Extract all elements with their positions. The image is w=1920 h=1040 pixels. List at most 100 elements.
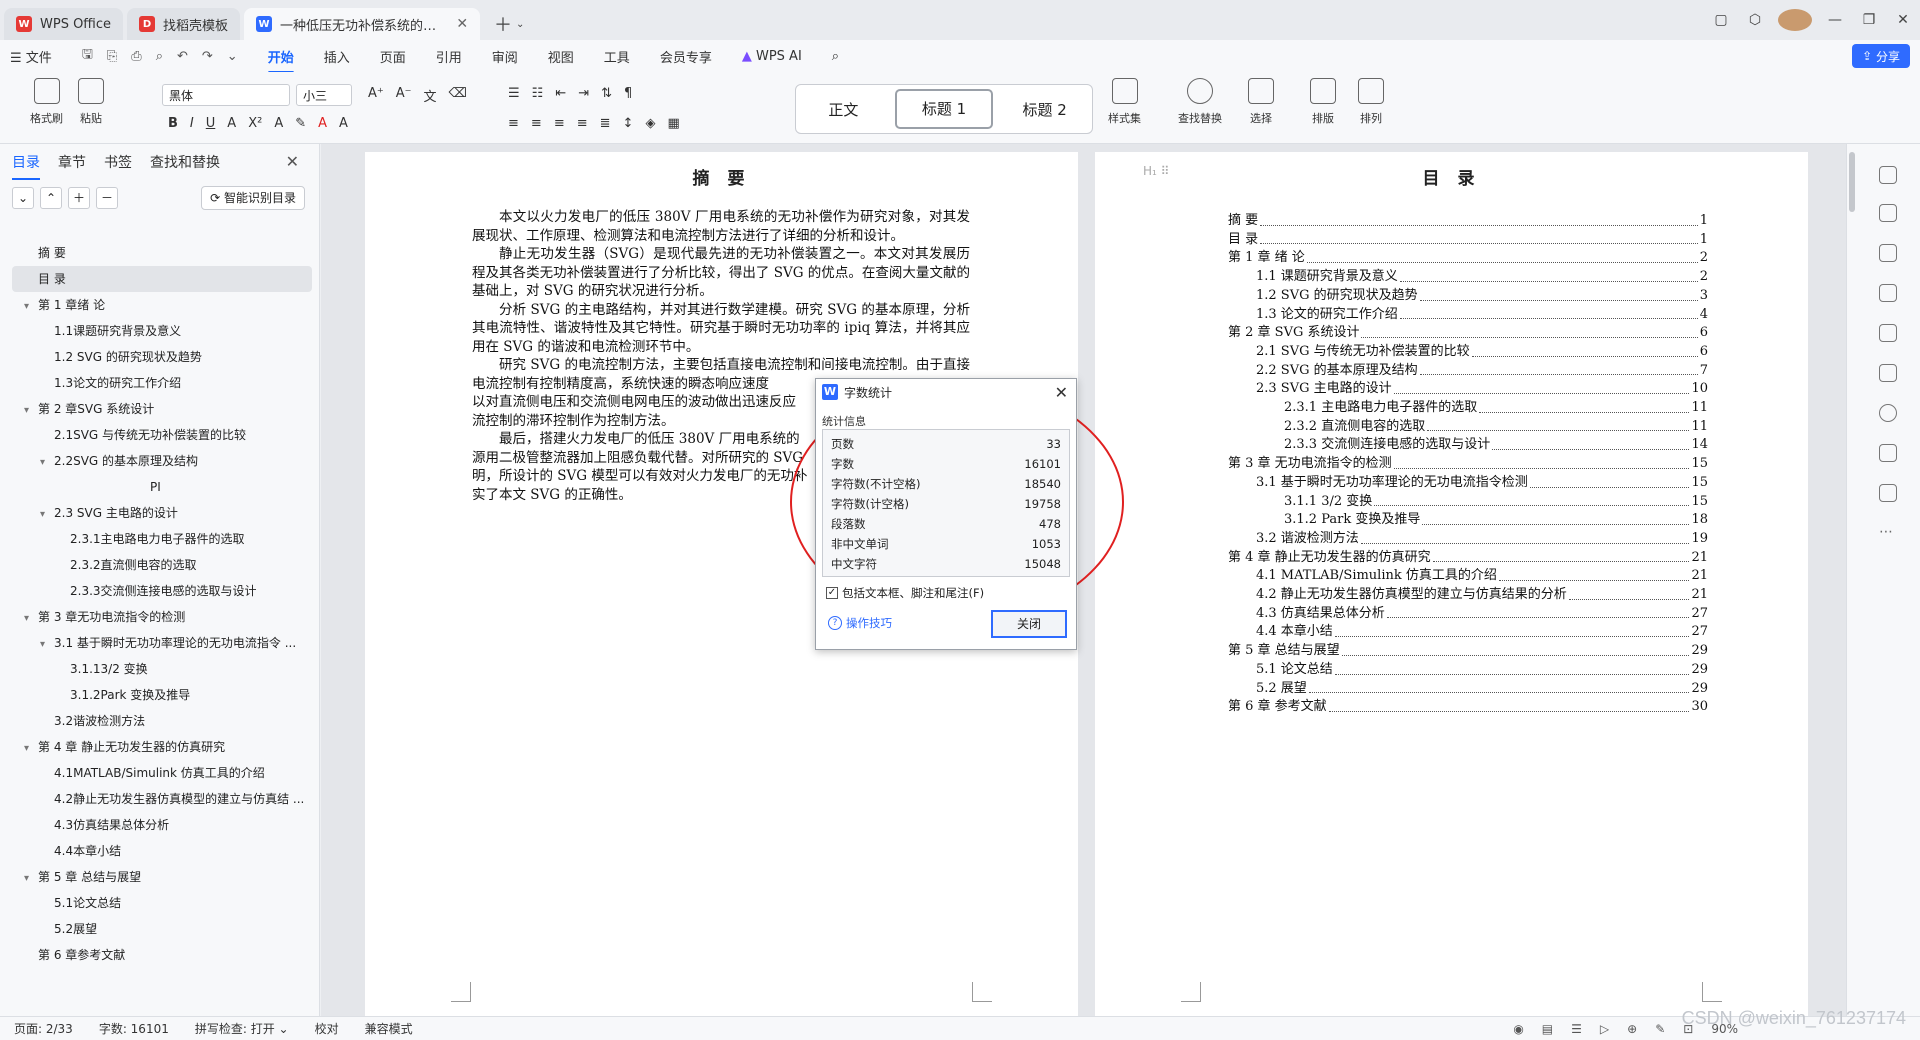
char-shading-icon[interactable]: A bbox=[339, 116, 348, 131]
share-button[interactable]: ⇪ 分享 bbox=[1852, 44, 1910, 68]
toc-item[interactable]: ▾ 第 4 章 静止无功发生器的仿真研究 bbox=[0, 734, 320, 760]
close-window-icon[interactable]: ✕ bbox=[1886, 12, 1920, 28]
toc-entry[interactable]: 2.1 SVG 与传统无功补偿装置的比较 6 bbox=[1228, 343, 1708, 362]
tab-home[interactable]: 开始 bbox=[267, 47, 294, 74]
toc-entry[interactable]: 目 录 1 bbox=[1228, 231, 1708, 250]
toc-entry[interactable]: 2.3.2 直流侧电容的选取 11 bbox=[1228, 418, 1708, 437]
toc-item[interactable]: 1.2 SVG 的研究现状及趋势 bbox=[0, 344, 320, 370]
toc-item[interactable]: 第 6 章参考文献 bbox=[0, 942, 320, 968]
toc-entry[interactable]: 2.2 SVG 的基本原理及结构 7 bbox=[1228, 362, 1708, 381]
toc-item[interactable]: ▾ 3.1 基于瞬时无功功率理论的无功电流指令 ... bbox=[0, 630, 320, 656]
bullets-icon[interactable]: ☰ bbox=[508, 86, 520, 101]
outline-view-icon[interactable]: ☰ bbox=[1571, 1022, 1582, 1036]
translate-icon[interactable] bbox=[1879, 484, 1897, 502]
page-view-icon[interactable]: ▤ bbox=[1542, 1022, 1553, 1036]
find-replace-button[interactable]: 查找替换 bbox=[1178, 78, 1222, 126]
pen-mode-icon[interactable]: ✎ bbox=[1655, 1022, 1665, 1036]
export-icon[interactable]: ⎘ bbox=[107, 49, 117, 64]
search-icon[interactable]: ⌕ bbox=[832, 49, 839, 64]
italic-icon[interactable]: I bbox=[190, 116, 194, 131]
show-marks-icon[interactable]: ¶ bbox=[624, 86, 632, 101]
decrease-indent-icon[interactable]: ⇤ bbox=[555, 86, 566, 101]
align-right-icon[interactable]: ≡ bbox=[554, 116, 565, 131]
toc-entry[interactable]: 4.4 本章小结 27 bbox=[1228, 623, 1708, 642]
tab-view[interactable]: 视图 bbox=[548, 47, 574, 66]
expand-arrow-icon[interactable]: ▾ bbox=[24, 606, 38, 630]
style-heading-1[interactable]: 标题 1 bbox=[894, 89, 994, 129]
add-heading-icon[interactable]: ＋ bbox=[68, 187, 90, 209]
font-name-select[interactable]: 黑体 bbox=[162, 84, 290, 106]
toc-entry[interactable]: 2.3.1 主电路电力电子器件的选取 11 bbox=[1228, 399, 1708, 418]
pen-icon[interactable] bbox=[1879, 204, 1897, 222]
smart-toc-button[interactable]: ⟳ 智能识别目录 bbox=[201, 186, 305, 210]
print-icon[interactable]: ⎙ bbox=[131, 49, 141, 64]
distributed-icon[interactable]: ≣ bbox=[600, 116, 611, 131]
toc-entry[interactable]: 第 5 章 总结与展望 29 bbox=[1228, 642, 1708, 661]
toc-entry[interactable]: 3.2 谐波检测方法 19 bbox=[1228, 530, 1708, 549]
new-tab-button[interactable]: ＋ ⌄ bbox=[484, 8, 534, 40]
phonetic-icon[interactable]: 文 bbox=[424, 86, 437, 105]
toc-item[interactable]: ▾ 第 5 章 总结与展望 bbox=[0, 864, 320, 890]
paste-button[interactable]: 粘贴 bbox=[78, 78, 104, 126]
expand-arrow-icon[interactable]: ▾ bbox=[40, 450, 54, 474]
bold-icon[interactable]: B bbox=[168, 116, 178, 131]
grow-font-icon[interactable]: A⁺ bbox=[368, 86, 384, 105]
cube-icon[interactable]: ⬡ bbox=[1738, 12, 1772, 28]
toc-item[interactable]: 1.1课题研究背景及意义 bbox=[0, 318, 320, 344]
superscript-icon[interactable]: X² bbox=[248, 116, 262, 131]
expand-icon[interactable]: ⌃ bbox=[40, 187, 62, 209]
undo-icon[interactable]: ↶ bbox=[177, 49, 188, 64]
review-icon[interactable] bbox=[1879, 324, 1897, 342]
toc-item[interactable]: 目 录 bbox=[12, 266, 312, 292]
redo-icon[interactable]: ↷ bbox=[202, 49, 213, 64]
expand-arrow-icon[interactable]: ▾ bbox=[24, 294, 38, 318]
toc-item[interactable]: 2.3.3交流侧连接电感的选取与设计 bbox=[0, 578, 320, 604]
toc-item[interactable]: 3.1.13/2 变换 bbox=[0, 656, 320, 682]
toc-entry[interactable]: 3.1.1 3/2 变换 15 bbox=[1228, 493, 1708, 512]
collapse-icon[interactable]: ⌄ bbox=[12, 187, 34, 209]
tab-docer-templates[interactable]: D 找稻壳模板 bbox=[127, 8, 241, 40]
tab-wps-office[interactable]: W WPS Office bbox=[4, 8, 124, 40]
toc-item[interactable]: 摘 要 bbox=[0, 240, 320, 266]
toc-entry[interactable]: 1.1 课题研究背景及意义 2 bbox=[1228, 268, 1708, 287]
toc-item[interactable]: 2.3.2直流侧电容的选取 bbox=[0, 552, 320, 578]
tab-member[interactable]: 会员专享 bbox=[660, 47, 712, 66]
align-left-icon[interactable]: ≡ bbox=[508, 116, 519, 131]
style-normal[interactable]: 正文 bbox=[796, 99, 891, 120]
page-indicator[interactable]: 页面: 2/33 bbox=[14, 1020, 73, 1037]
restore-icon[interactable]: ❐ bbox=[1852, 12, 1886, 28]
eye-protect-icon[interactable]: ◉ bbox=[1513, 1022, 1523, 1036]
spell-check-toggle[interactable]: 拼写检查: 打开 ⌄ bbox=[195, 1020, 289, 1037]
select-tool-icon[interactable] bbox=[1879, 244, 1897, 262]
vertical-scrollbar[interactable] bbox=[1849, 152, 1855, 212]
help-icon[interactable] bbox=[1879, 404, 1897, 422]
toc-item[interactable]: ▾ 第 3 章无功电流指令的检测 bbox=[0, 604, 320, 630]
toc-item[interactable]: ▾ 2.2SVG 的基本原理及结构 bbox=[0, 448, 320, 474]
tools-icon[interactable] bbox=[1879, 364, 1897, 382]
nav-tab-toc[interactable]: 目录 bbox=[12, 152, 40, 180]
expand-arrow-icon[interactable]: ▾ bbox=[40, 632, 54, 656]
toc-entry[interactable]: 3.1.2 Park 变换及推导 18 bbox=[1228, 511, 1708, 530]
numbering-icon[interactable]: ☷ bbox=[532, 86, 544, 101]
tips-link[interactable]: ? 操作技巧 bbox=[828, 615, 892, 631]
file-menu[interactable]: ☰ 文件 bbox=[10, 47, 52, 66]
increase-indent-icon[interactable]: ⇥ bbox=[578, 86, 589, 101]
text-effect-icon[interactable]: A bbox=[274, 116, 283, 131]
wps-ai-button[interactable]: ▲ WPS AI bbox=[742, 49, 802, 64]
toc-entry[interactable]: 摘 要 1 bbox=[1228, 212, 1708, 231]
toc-item[interactable]: 1.3论文的研究工作介绍 bbox=[0, 370, 320, 396]
nav-tab-bookmarks[interactable]: 书签 bbox=[104, 152, 132, 172]
tab-references[interactable]: 引用 bbox=[436, 47, 462, 66]
tab-document[interactable]: W 一种低压无功补偿系统的设计 ✕ bbox=[244, 8, 481, 40]
toc-entry[interactable]: 第 3 章 无功电流指令的检测 15 bbox=[1228, 455, 1708, 474]
shading-icon[interactable]: ◈ bbox=[645, 116, 655, 131]
expand-arrow-icon[interactable]: ▾ bbox=[24, 398, 38, 422]
tab-review[interactable]: 审阅 bbox=[492, 47, 518, 66]
layout-button[interactable]: 排版 bbox=[1310, 78, 1336, 126]
more-icon[interactable]: ⋯ bbox=[1879, 524, 1893, 540]
web-view-icon[interactable]: ⊕ bbox=[1627, 1022, 1637, 1036]
toc-item[interactable]: 4.3仿真结果总体分析 bbox=[0, 812, 320, 838]
include-textbox-checkbox[interactable]: ✓ 包括文本框、脚注和尾注(F) bbox=[826, 585, 984, 601]
toc-item[interactable]: PI bbox=[0, 474, 320, 500]
toc-entry[interactable]: 第 1 章 绪 论 2 bbox=[1228, 249, 1708, 268]
